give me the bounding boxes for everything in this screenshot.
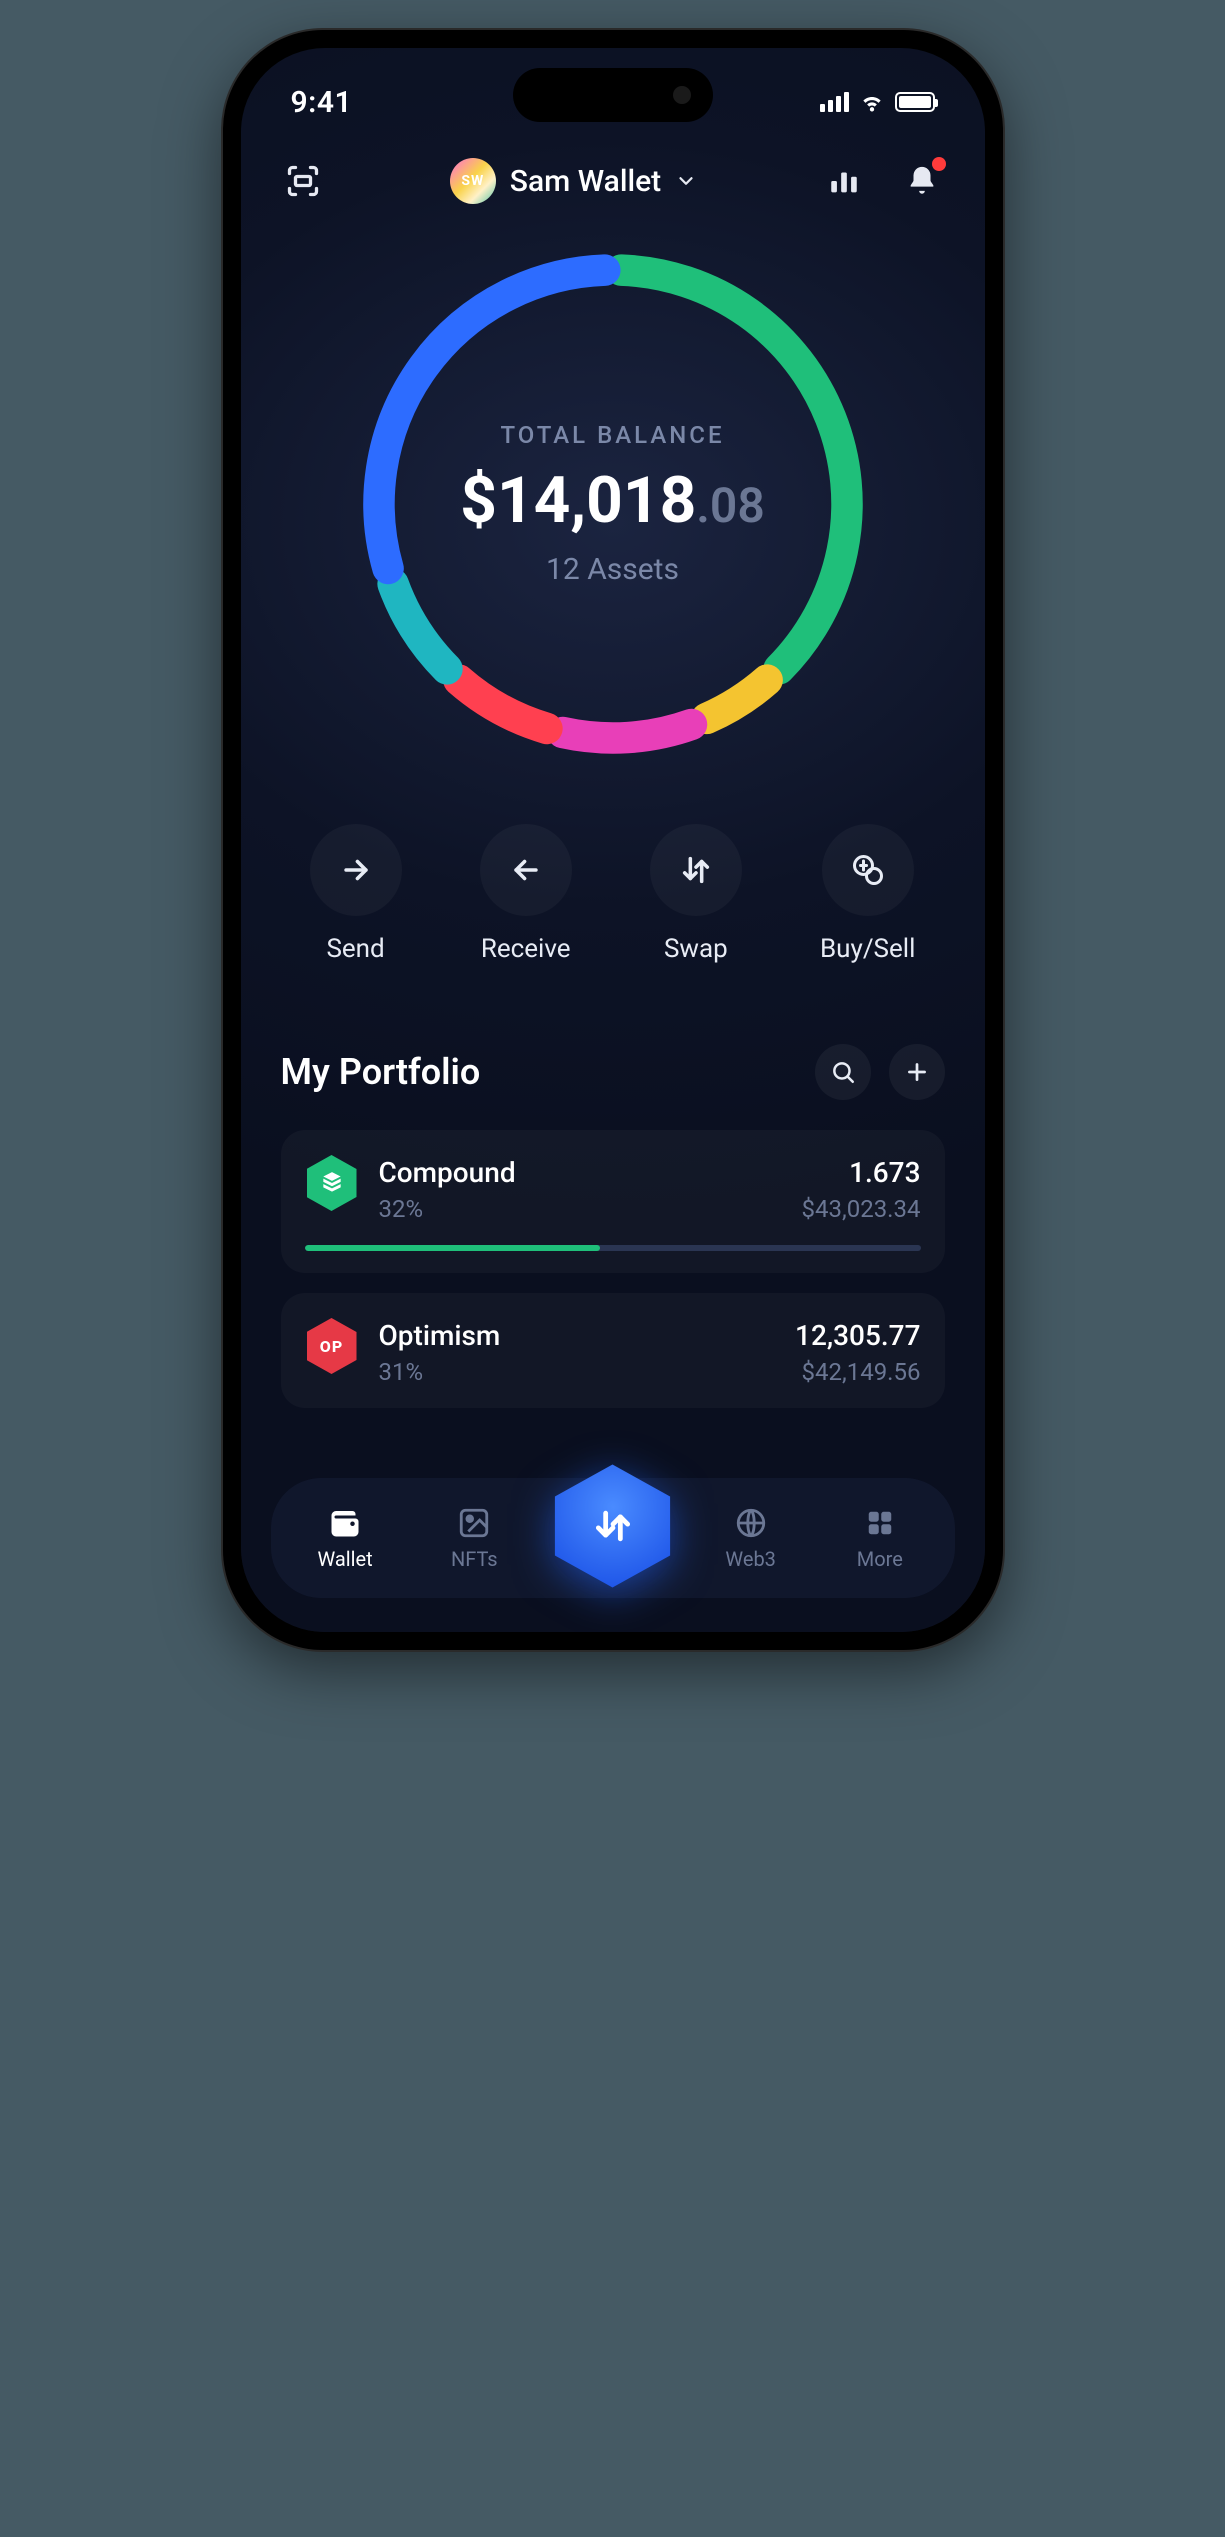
notifications-icon[interactable]: [900, 159, 944, 203]
action-label: Buy/Sell: [820, 934, 915, 964]
image-icon: [456, 1505, 492, 1541]
buy-sell-button[interactable]: Buy/Sell: [820, 824, 915, 964]
asset-amount: 12,305.77: [795, 1319, 920, 1352]
battery-icon: [895, 92, 935, 112]
bottom-nav: Wallet NFTs Web3 More: [271, 1478, 955, 1598]
portfolio-title: My Portfolio: [281, 1051, 481, 1093]
assets-count: 12 Assets: [546, 552, 679, 587]
wallet-avatar: SW: [450, 158, 496, 204]
globe-icon: [733, 1505, 769, 1541]
app-screen: 9:41 SW Sam Wallet: [241, 48, 985, 1632]
action-label: Receive: [481, 934, 571, 964]
status-time: 9:41: [291, 85, 353, 120]
wallet-selector[interactable]: SW Sam Wallet: [450, 158, 697, 204]
balance-currency: $: [460, 463, 497, 538]
arrow-left-icon: [480, 824, 572, 916]
asset-percent: 32%: [379, 1195, 782, 1223]
balance-cents: .08: [696, 477, 764, 534]
portfolio-section: My Portfolio Compound: [241, 994, 985, 1408]
asset-amount: 1.673: [802, 1156, 921, 1189]
chevron-down-icon: [675, 170, 697, 192]
nav-more[interactable]: More: [825, 1505, 935, 1571]
swap-button[interactable]: Swap: [650, 824, 742, 964]
optimism-icon: OP: [305, 1319, 359, 1373]
balance-whole: 14,018: [497, 463, 696, 538]
asset-percent: 31%: [379, 1358, 776, 1386]
wallet-name: Sam Wallet: [510, 164, 661, 199]
nav-wallet[interactable]: Wallet: [290, 1505, 400, 1571]
balance-value: $14,018.08: [460, 463, 765, 538]
nav-center-swap-button[interactable]: [549, 1462, 677, 1590]
grid-icon: [862, 1505, 898, 1541]
wallet-icon: [327, 1505, 363, 1541]
nav-nfts[interactable]: NFTs: [419, 1505, 529, 1571]
swap-icon: [650, 824, 742, 916]
status-icons: [820, 92, 935, 112]
portfolio-header: My Portfolio: [281, 1044, 945, 1100]
nav-web3[interactable]: Web3: [696, 1505, 806, 1571]
asset-name: Optimism: [379, 1319, 776, 1352]
donut-center: TOTAL BALANCE $14,018.08 12 Assets: [343, 234, 883, 774]
send-button[interactable]: Send: [310, 824, 402, 964]
nav-label: Web3: [725, 1547, 776, 1571]
search-button[interactable]: [815, 1044, 871, 1100]
asset-card-optimism[interactable]: OP Optimism 31% 12,305.77 $42,149.56: [281, 1293, 945, 1408]
action-label: Swap: [664, 934, 728, 964]
add-asset-button[interactable]: [889, 1044, 945, 1100]
balance-donut-chart: TOTAL BALANCE $14,018.08 12 Assets: [343, 234, 883, 774]
asset-name: Compound: [379, 1156, 782, 1189]
phone-frame: 9:41 SW Sam Wallet: [223, 30, 1003, 1650]
asset-progress-bar: [305, 1245, 921, 1251]
action-label: Send: [326, 934, 384, 964]
coins-icon: [822, 824, 914, 916]
asset-usd-value: $42,149.56: [795, 1358, 920, 1386]
compound-icon: [305, 1156, 359, 1210]
device-notch: [513, 68, 713, 122]
quick-actions: Send Receive Swap Buy/Sell: [241, 774, 985, 994]
swap-icon: [591, 1504, 635, 1548]
search-icon: [830, 1059, 856, 1085]
receive-button[interactable]: Receive: [480, 824, 572, 964]
nav-label: NFTs: [451, 1547, 498, 1571]
stats-icon[interactable]: [822, 159, 866, 203]
wifi-icon: [859, 92, 885, 112]
balance-label: TOTAL BALANCE: [500, 421, 724, 449]
arrow-right-icon: [310, 824, 402, 916]
plus-icon: [904, 1059, 930, 1085]
nav-label: Wallet: [318, 1547, 373, 1571]
app-header: SW Sam Wallet: [241, 128, 985, 214]
asset-card-compound[interactable]: Compound 32% 1.673 $43,023.34: [281, 1130, 945, 1273]
nav-label: More: [857, 1547, 903, 1571]
cellular-icon: [820, 92, 849, 112]
scan-icon[interactable]: [281, 159, 325, 203]
asset-usd-value: $43,023.34: [802, 1195, 921, 1223]
